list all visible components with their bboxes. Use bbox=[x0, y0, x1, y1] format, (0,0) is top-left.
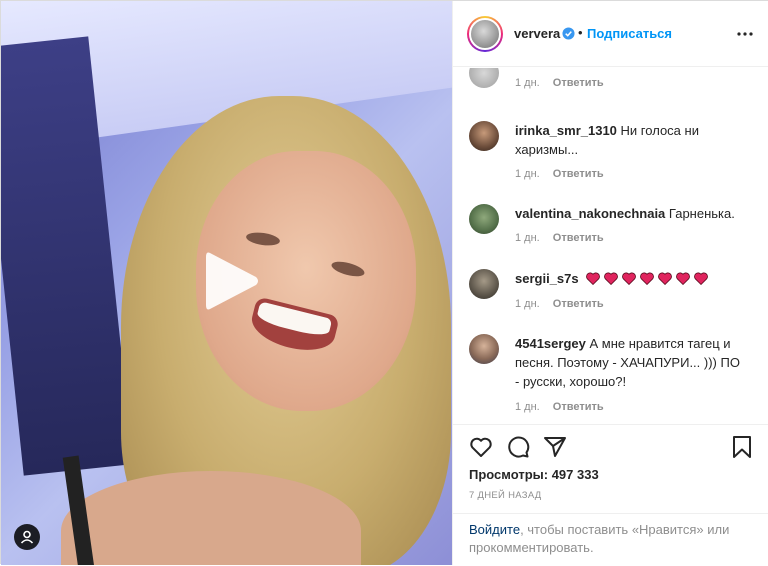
comment-hearts bbox=[586, 271, 712, 286]
reply-button[interactable]: Ответить bbox=[553, 298, 604, 310]
post-video[interactable] bbox=[1, 1, 452, 565]
comment-avatar[interactable] bbox=[469, 269, 499, 299]
comment-time: 1 дн. bbox=[515, 77, 540, 89]
red-heart-emoji-icon bbox=[622, 272, 637, 285]
bookmark-icon[interactable] bbox=[729, 434, 755, 460]
comment-username[interactable]: 4541sergey bbox=[515, 336, 586, 351]
red-heart-emoji-icon bbox=[694, 272, 709, 285]
red-heart-emoji-icon bbox=[640, 272, 655, 285]
comment-text: Гарненька. bbox=[668, 206, 735, 221]
reply-button[interactable]: Ответить bbox=[553, 401, 604, 413]
post-date[interactable]: 7 ДНЕЙ НАЗАД bbox=[469, 490, 542, 501]
post-actions: Просмотры: 497 333 7 ДНЕЙ НАЗАД Войдите,… bbox=[453, 424, 768, 565]
verified-badge-icon bbox=[562, 27, 575, 40]
follow-button[interactable]: Подписаться bbox=[587, 26, 672, 41]
red-heart-emoji-icon bbox=[658, 272, 673, 285]
comment-username[interactable]: irinka_smr_1310 bbox=[515, 123, 617, 138]
login-link[interactable]: Войдите bbox=[469, 522, 520, 537]
comment-time: 1 дн. bbox=[515, 401, 540, 413]
post-header: ververa • Подписаться bbox=[453, 1, 768, 67]
comment-username[interactable]: sergii_s7s bbox=[515, 271, 579, 286]
red-heart-emoji-icon bbox=[586, 272, 601, 285]
red-heart-emoji-icon bbox=[676, 272, 691, 285]
more-options-icon[interactable] bbox=[735, 27, 755, 41]
reply-button[interactable]: Ответить bbox=[553, 77, 604, 89]
reel-icon[interactable] bbox=[14, 524, 40, 550]
comment-time: 1 дн. bbox=[515, 168, 540, 180]
comment-username[interactable]: valentina_nakonechnaia bbox=[515, 206, 665, 221]
comment-avatar[interactable] bbox=[469, 68, 499, 88]
comment-avatar[interactable] bbox=[469, 334, 499, 364]
play-icon[interactable] bbox=[196, 245, 266, 317]
reply-button[interactable]: Ответить bbox=[553, 232, 604, 244]
comment-time: 1 дн. bbox=[515, 232, 540, 244]
login-prompt: Войдите, чтобы поставить «Нравится» или … bbox=[453, 513, 768, 566]
share-icon[interactable] bbox=[542, 434, 568, 460]
comment-icon[interactable] bbox=[505, 434, 531, 460]
comments-list[interactable]: 1 дн. Ответить irinka_smr_1310 Ни голоса… bbox=[453, 68, 768, 424]
comment-avatar[interactable] bbox=[469, 121, 499, 151]
red-heart-emoji-icon bbox=[604, 272, 619, 285]
post-side-panel: ververa • Подписаться 1 дн. Ответить iri… bbox=[452, 1, 768, 565]
comment-avatar[interactable] bbox=[469, 204, 499, 234]
reply-button[interactable]: Ответить bbox=[553, 168, 604, 180]
profile-avatar[interactable] bbox=[467, 16, 503, 52]
instagram-post: ververa • Подписаться 1 дн. Ответить iri… bbox=[0, 0, 768, 565]
comment-time: 1 дн. bbox=[515, 298, 540, 310]
separator-dot: • bbox=[578, 25, 583, 40]
profile-username[interactable]: ververa bbox=[514, 26, 560, 41]
views-count[interactable]: Просмотры: 497 333 bbox=[469, 467, 599, 482]
heart-icon[interactable] bbox=[468, 434, 494, 460]
